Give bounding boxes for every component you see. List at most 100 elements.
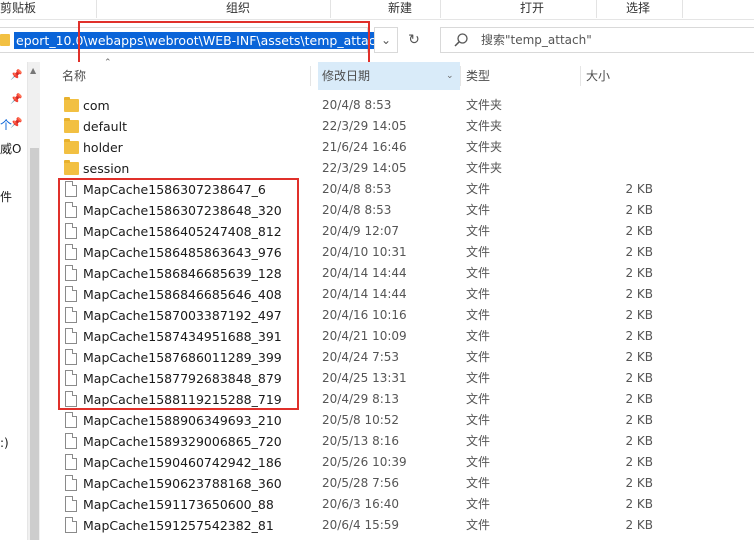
file-row[interactable]: MapCache1586846685639_128 20/4/14 14:44 文件… [40,263,754,284]
file-size: 2 KB [625,329,653,343]
column-size[interactable]: 大小 [586,62,666,90]
address-path-selected[interactable]: eport_10.0\webapps\webroot\WEB-INF\asset… [14,32,386,49]
file-date-modified: 20/4/29 8:13 [322,392,400,406]
file-size [593,137,653,158]
file-icon [65,265,77,281]
file-date-modified: 20/4/14 14:44 [322,266,407,280]
column-name[interactable]: 名称 [62,62,310,90]
address-row: eport_10.0\webapps\webroot\WEB-INF\asset… [0,20,754,62]
file-type: 文件夹 [466,140,503,154]
file-row[interactable]: MapCache1586485863643_976 20/4/10 10:31 文件… [40,242,754,263]
column-header: ⌃ 名称 修改日期 ⌄ 类型 大小 [40,58,754,90]
file-name: MapCache1591173650600_88 [83,497,274,512]
file-icon [65,223,77,239]
address-bar[interactable]: eport_10.0\webapps\webroot\WEB-INF\asset… [0,27,386,53]
refresh-button[interactable]: ↻ [402,27,426,53]
file-row[interactable]: MapCache1590623788168_360 20/5/28 7:56 文件 2… [40,473,754,494]
nav-item-fragment[interactable]: 威O [0,140,21,157]
file-icon [65,244,77,260]
file-type: 文件 [466,266,491,280]
ribbon-separator [96,0,97,18]
file-size: 2 KB [625,371,653,385]
ribbon-separator [596,0,597,18]
file-type: 文件 [466,371,491,385]
file-row[interactable]: MapCache1588906349693_210 20/5/8 10:52 文件 2… [40,410,754,431]
file-type: 文件 [466,392,491,406]
file-size: 2 KB [625,308,653,322]
file-date-modified: 20/4/8 8:53 [322,182,392,196]
file-row[interactable]: MapCache1591173650600_88 20/6/3 16:40 文件 2 … [40,494,754,515]
file-size: 2 KB [625,434,653,448]
pin-icon[interactable]: 📌 [10,70,22,82]
file-row[interactable]: MapCache1587003387192_497 20/4/16 10:16 文件… [40,305,754,326]
folder-row[interactable]: session 22/3/29 14:05 文件夹 [40,158,754,179]
pin-icon[interactable]: 📌 [10,118,22,130]
column-separator[interactable] [310,66,311,86]
search-input[interactable]: 搜索"temp_attach" [440,27,754,53]
file-icon [65,454,77,470]
nav-item-fragment[interactable]: :) [0,436,9,450]
file-date-modified: 20/4/9 12:07 [322,224,400,238]
file-name: MapCache1586485863643_976 [83,245,282,260]
pin-icon[interactable]: 📌 [10,94,22,106]
file-size: 2 KB [625,518,653,532]
file-row[interactable]: MapCache1587686011289_399 20/4/24 7:53 文件 2… [40,347,754,368]
scrollbar-thumb[interactable] [30,148,39,540]
file-date-modified: 20/5/8 10:52 [322,413,400,427]
file-row[interactable]: MapCache1587434951688_391 20/4/21 10:09 文件… [40,326,754,347]
file-date-modified: 20/5/28 7:56 [322,476,400,490]
file-row[interactable]: MapCache1589329006865_720 20/5/13 8:16 文件 2… [40,431,754,452]
file-size: 2 KB [625,203,653,217]
ribbon-group-labels: 剪贴板 组织 新建 打开 选择 [0,0,754,20]
file-row[interactable]: MapCache1586846685646_408 20/4/14 14:44 文件… [40,284,754,305]
file-name: MapCache1586307238648_320 [83,203,282,218]
file-type: 文件夹 [466,119,503,133]
file-type: 文件 [466,350,491,364]
file-name: com [83,98,110,113]
chevron-down-icon[interactable]: ⌄ [446,62,454,90]
folder-icon [0,34,10,46]
column-separator[interactable] [580,66,581,86]
file-size [593,95,653,116]
file-icon [65,433,77,449]
file-date-modified: 20/6/4 15:59 [322,518,400,532]
address-history-dropdown-button[interactable]: ⌄ [374,27,398,53]
column-type[interactable]: 类型 [466,62,576,90]
file-name: MapCache1590623788168_360 [83,476,282,491]
file-name: MapCache1589329006865_720 [83,434,282,449]
file-name: session [83,161,130,176]
file-name: MapCache1591257542382_81 [83,518,274,533]
scroll-up-arrow-icon[interactable]: ▲ [30,66,36,75]
file-icon [65,349,77,365]
search-icon [454,33,468,47]
file-icon [65,496,77,512]
file-date-modified: 20/4/21 10:09 [322,329,407,343]
file-size: 2 KB [625,287,653,301]
file-name: MapCache1588119215288_719 [83,392,282,407]
folder-row[interactable]: com 20/4/8 8:53 文件夹 [40,95,754,116]
file-type: 文件 [466,413,491,427]
file-row[interactable]: MapCache1588119215288_719 20/4/29 8:13 文件 2… [40,389,754,410]
nav-item-fragment[interactable]: 件 [0,188,12,205]
navigation-scrollbar[interactable]: ▲ [27,62,40,540]
column-date-modified[interactable]: 修改日期 ⌄ [318,62,460,90]
folder-row[interactable]: default 22/3/29 14:05 文件夹 [40,116,754,137]
file-row[interactable]: MapCache1587792683848_879 20/4/25 13:31 文件… [40,368,754,389]
file-row[interactable]: MapCache1586307238647_6 20/4/8 8:53 文件 2 KB [40,179,754,200]
file-row[interactable]: MapCache1591257542382_81 20/6/4 15:59 文件 2 … [40,515,754,536]
file-row[interactable]: MapCache1590460742942_186 20/5/26 10:39 文件… [40,452,754,473]
file-name: MapCache1588906349693_210 [83,413,282,428]
folder-row[interactable]: holder 21/6/24 16:46 文件夹 [40,137,754,158]
file-date-modified: 20/5/13 8:16 [322,434,400,448]
file-type: 文件夹 [466,161,503,175]
ribbon-separator [440,0,441,18]
file-size [593,158,653,179]
file-icon [65,475,77,491]
file-row[interactable]: MapCache1586307238648_320 20/4/8 8:53 文件 2 … [40,200,754,221]
file-name: MapCache1587434951688_391 [83,329,282,344]
column-separator[interactable] [460,66,461,86]
file-type: 文件 [466,224,491,238]
navigation-pane: 📌 📌 个 📌 威O 件 :) [0,62,26,540]
file-row[interactable]: MapCache1586405247408_812 20/4/9 12:07 文件 2… [40,221,754,242]
file-date-modified: 22/3/29 14:05 [322,119,407,133]
